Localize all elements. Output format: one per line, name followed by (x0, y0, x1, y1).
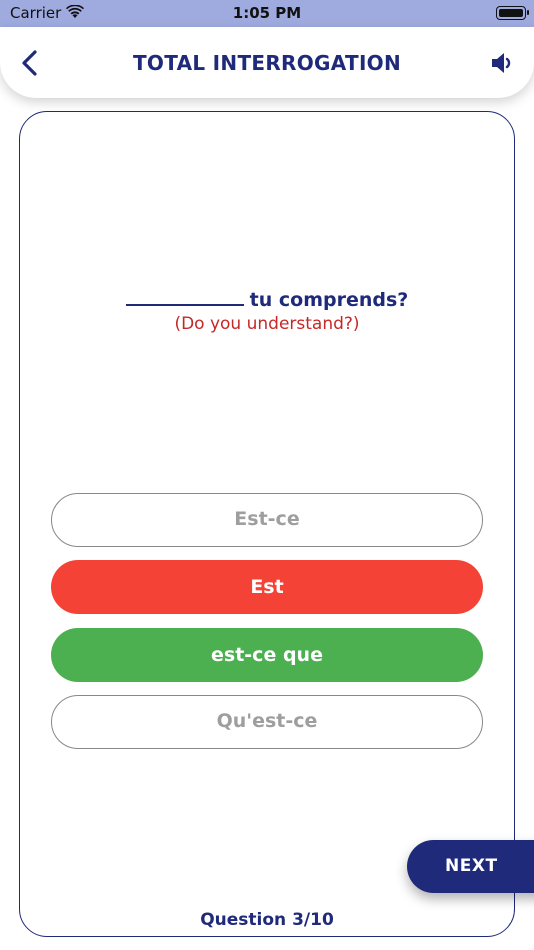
app-header: TOTAL INTERROGATION (0, 27, 534, 98)
question-card: tu comprends? (Do you understand?) Est-c… (19, 111, 515, 937)
option-button-3[interactable]: est-ce que (51, 628, 483, 682)
option-button-4[interactable]: Qu'est-ce (51, 695, 483, 749)
option-button-2[interactable]: Est (51, 560, 483, 614)
status-bar: Carrier 1:05 PM (0, 0, 534, 27)
question-text: tu comprends? (249, 289, 409, 311)
battery-icon (496, 6, 529, 20)
question-counter: Question 3/10 (200, 910, 334, 930)
next-button[interactable]: NEXT (407, 840, 534, 893)
question-translation: (Do you understand?) (174, 314, 360, 334)
answer-blank (125, 288, 244, 306)
clock: 1:05 PM (232, 4, 302, 22)
page-title: TOTAL INTERROGATION (132, 51, 402, 75)
speaker-icon[interactable] (490, 49, 516, 77)
question-prompt: tu comprends? (20, 288, 514, 311)
option-button-1[interactable]: Est-ce (51, 493, 483, 547)
